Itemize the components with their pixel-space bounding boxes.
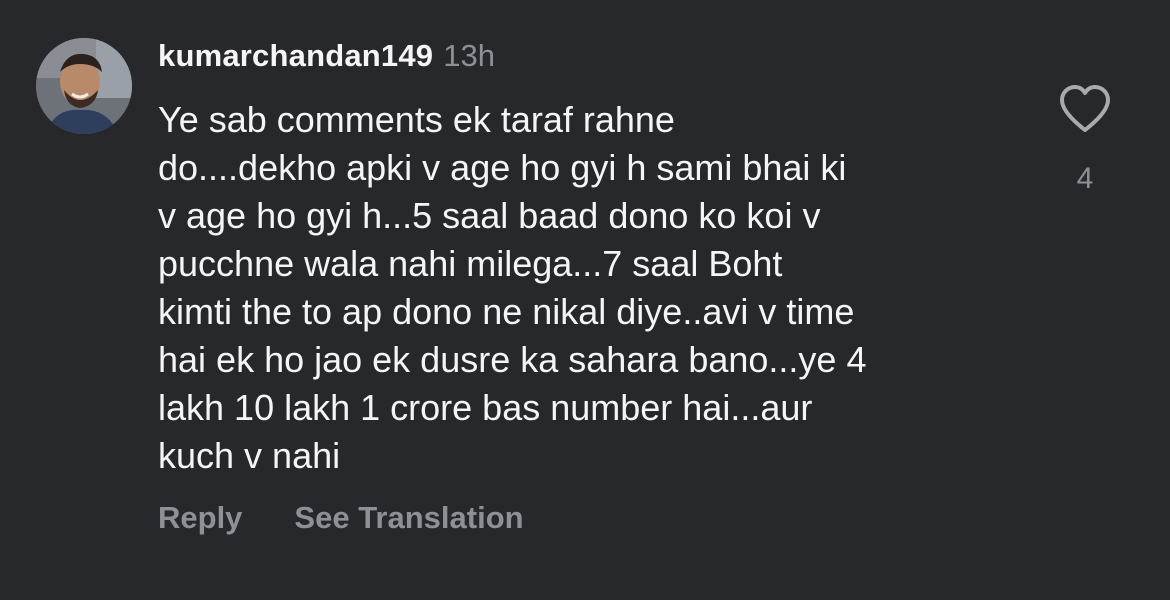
like-count: 4 [1076, 162, 1094, 195]
comment-line: Ye sab comments ek taraf rahne [158, 99, 675, 140]
comment-line: hai ek ho jao ek dusre ka sahara bano...… [158, 339, 867, 380]
comment-line: pucchne wala nahi milega...7 saal Boht [158, 243, 783, 284]
timestamp: 13h [443, 38, 495, 73]
comment-actions: Reply See Translation [158, 500, 524, 536]
heart-outline-icon[interactable] [1058, 84, 1112, 134]
like-column: 4 [1058, 84, 1112, 196]
see-translation-button[interactable]: See Translation [294, 500, 523, 536]
comment-text: Ye sab comments ek taraf rahne do....dek… [158, 96, 1018, 480]
comment-header: kumarchandan149 13h [158, 38, 495, 82]
comment-line: v age ho gyi h...5 saal baad dono ko koi… [158, 195, 821, 236]
comment-item: kumarchandan149 13h Ye sab comments ek t… [0, 0, 1170, 600]
comment-line: kuch v nahi [158, 435, 341, 476]
username[interactable]: kumarchandan149 [158, 38, 433, 74]
comment-line: lakh 10 lakh 1 crore bas number hai...au… [158, 387, 813, 428]
reply-button[interactable]: Reply [158, 500, 242, 536]
comment-line: do....dekho apki v age ho gyi h sami bha… [158, 147, 847, 188]
avatar[interactable] [36, 38, 132, 134]
comment-line: kimti the to ap dono ne nikal diye..avi … [158, 291, 855, 332]
avatar-image [36, 38, 132, 134]
